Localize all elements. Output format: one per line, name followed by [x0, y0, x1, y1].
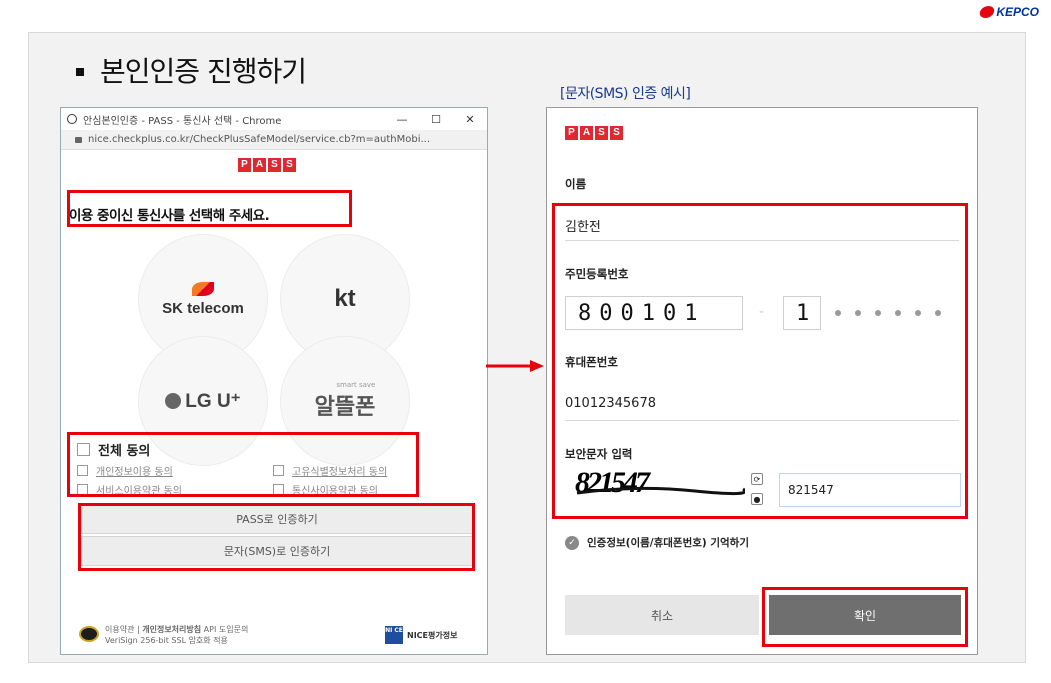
- pass-logo: P A S S: [565, 126, 623, 140]
- pass-logo-letter: A: [253, 158, 266, 172]
- remember-info-checkbox[interactable]: ✓ 인증정보(이름/휴대폰번호) 기억하기: [565, 535, 749, 550]
- arrow-right-icon: [486, 360, 544, 372]
- highlight-sms-fields: [552, 203, 968, 519]
- pass-logo: P A S S: [238, 158, 296, 172]
- ssl-seal-icon: [79, 626, 99, 642]
- browser-footer: 이용약관 | 개인정보처리방침 API 도입문의 VeriSign 256-bi…: [61, 618, 487, 654]
- highlight-confirm-button: [762, 587, 968, 647]
- title-bullet: [76, 68, 84, 76]
- privacy-link[interactable]: 개인정보처리방침: [142, 625, 201, 634]
- kepco-logo: KEPCO: [978, 4, 1039, 20]
- pass-logo-letter: S: [595, 126, 608, 140]
- pass-logo-letter: S: [610, 126, 623, 140]
- pass-logo-letter: P: [238, 158, 251, 172]
- cancel-button[interactable]: 취소: [565, 595, 759, 635]
- highlight-consents: [67, 432, 419, 497]
- kepco-logo-text: KEPCO: [996, 5, 1039, 19]
- sms-example-caption: [문자(SMS) 인증 예시]: [560, 86, 691, 102]
- carrier-mvno-sublabel: smart save: [336, 381, 376, 389]
- window-titlebar: 안심본인인증 - PASS - 통신사 선택 - Chrome — ☐ ✕: [61, 108, 487, 130]
- close-button[interactable]: ✕: [453, 113, 487, 126]
- carrier-kt-label: kt: [334, 285, 356, 312]
- maximize-button[interactable]: ☐: [419, 113, 453, 126]
- kepco-mark-icon: [978, 6, 996, 18]
- slide-title: 본인인증 진행하기: [100, 55, 307, 88]
- ssl-text: VeriSign 256-bit SSL 암호화 적용: [105, 636, 228, 645]
- carrier-mvno-label: 알뜰폰: [314, 394, 376, 419]
- api-link[interactable]: API 도입문의: [204, 625, 249, 634]
- nice-logo-text: NICE평가정보: [407, 631, 458, 640]
- address-bar[interactable]: nice.checkplus.co.kr/CheckPlusSafeModel/…: [61, 130, 487, 150]
- carrier-lgu-label: LG U⁺: [185, 390, 241, 412]
- pass-logo-letter: P: [565, 126, 578, 140]
- nice-logo-icon: NI CE: [385, 626, 403, 644]
- check-circle-icon: ✓: [565, 535, 579, 550]
- terms-link[interactable]: 이용약관: [105, 625, 134, 634]
- remember-info-label: 인증정보(이름/휴대폰번호) 기억하기: [587, 537, 749, 549]
- sk-butterfly-icon: [191, 281, 214, 296]
- highlight-auth-buttons: [78, 503, 475, 571]
- carrier-skt-label: SK telecom: [162, 299, 244, 317]
- url-text: nice.checkplus.co.kr/CheckPlusSafeModel/…: [88, 134, 431, 145]
- chrome-icon: [67, 114, 77, 124]
- lgu-logo-icon: [165, 393, 182, 409]
- pass-logo-letter: A: [580, 126, 593, 140]
- lock-icon: [75, 136, 82, 143]
- pass-logo-letter: S: [283, 158, 296, 172]
- window-title: 안심본인인증 - PASS - 통신사 선택 - Chrome: [83, 115, 282, 127]
- highlight-carrier-prompt: [67, 190, 352, 227]
- minimize-button[interactable]: —: [385, 113, 419, 126]
- name-label: 이름: [565, 177, 587, 191]
- pass-logo-letter: S: [268, 158, 281, 172]
